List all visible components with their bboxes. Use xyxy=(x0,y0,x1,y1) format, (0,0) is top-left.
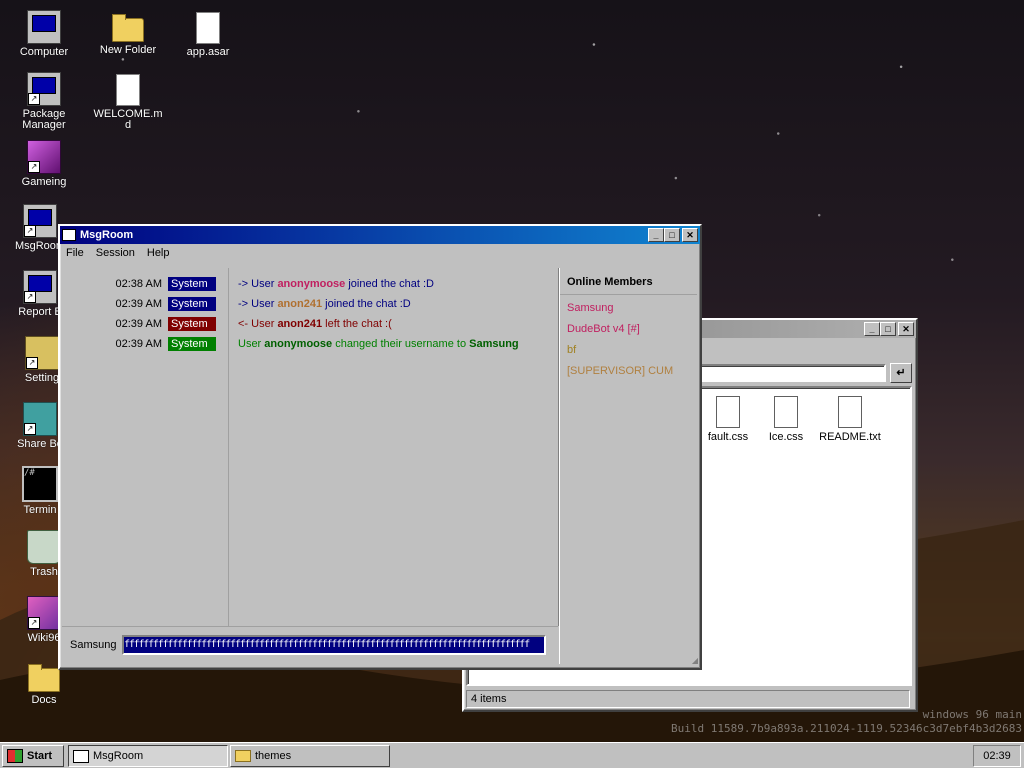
css-file-icon xyxy=(716,396,740,428)
folder-icon xyxy=(112,14,144,42)
desktop-icon-new-folder[interactable]: New Folder xyxy=(92,10,164,56)
message-row: 02:39 AM System User anonymoose changed … xyxy=(62,334,558,354)
message-row: 02:39 AM System <- User anon241 left the… xyxy=(62,314,558,334)
shortcut-arrow-icon: ↗ xyxy=(26,357,38,369)
composer: Samsung ffffffffffffffffffffffffffffffff… xyxy=(62,626,558,663)
share-box-icon: ↗ xyxy=(23,402,57,436)
close-button[interactable]: ✕ xyxy=(898,322,914,336)
menu-help[interactable]: Help xyxy=(141,246,176,260)
msgroom-menubar: File Session Help xyxy=(60,244,700,262)
go-button[interactable]: ↵ xyxy=(890,363,912,383)
taskbar-item-msgroom[interactable]: MsgRoom xyxy=(68,745,228,767)
file-item[interactable]: fault.css xyxy=(700,396,756,443)
shortcut-arrow-icon: ↗ xyxy=(28,617,40,629)
text-file-icon xyxy=(838,396,862,428)
msgroom-window: MsgRoom _ □ ✕ File Session Help 02:38 AM… xyxy=(58,224,702,670)
system-tray: 02:39 xyxy=(973,745,1021,767)
shortcut-arrow-icon: ↗ xyxy=(24,423,36,435)
message-text: <- User anon241 left the chat :( xyxy=(238,318,392,330)
maximize-button[interactable]: □ xyxy=(664,228,680,242)
desktop: Computer New Folder app.asar ↗ Package M… xyxy=(0,0,1024,742)
computer-icon xyxy=(27,10,61,44)
members-panel: Online Members Samsung DudeBot v4 [#] bf… xyxy=(559,268,697,664)
message-source-badge: System xyxy=(168,317,216,331)
menu-session[interactable]: Session xyxy=(90,246,141,260)
message-row: 02:38 AM System -> User anonymoose joine… xyxy=(62,274,558,294)
trash-icon xyxy=(27,530,61,564)
message-text: -> User anonymoose joined the chat :D xyxy=(238,278,434,290)
message-time: 02:39 AM xyxy=(115,318,162,330)
msgroom-title: MsgRoom xyxy=(80,229,134,241)
desktop-icon-computer[interactable]: Computer xyxy=(8,10,80,58)
message-source-badge: System xyxy=(168,337,216,351)
chat-area: 02:38 AM System -> User anonymoose joine… xyxy=(62,268,559,626)
minimize-button[interactable]: _ xyxy=(864,322,880,336)
report-bug-icon: ↗ xyxy=(23,270,57,304)
minimize-button[interactable]: _ xyxy=(648,228,664,242)
game-cube-icon: ↗ xyxy=(27,140,61,174)
member-item[interactable]: DudeBot v4 [#] xyxy=(560,316,697,337)
desktop-icon-app-asar[interactable]: app.asar xyxy=(172,12,244,58)
resize-grip-icon[interactable]: ◢ xyxy=(688,656,698,666)
desktop-icon-package-manager[interactable]: ↗ Package Manager xyxy=(8,72,80,131)
desktop-icon-welcome-md[interactable]: WELCOME.md xyxy=(92,74,164,131)
folder-task-icon xyxy=(235,750,251,762)
file-item[interactable]: Ice.css xyxy=(758,396,814,443)
terminal-icon: /# xyxy=(22,466,58,502)
msgroom-icon: ↗ xyxy=(23,204,57,238)
message-time: 02:39 AM xyxy=(115,298,162,310)
message-input[interactable]: ffffffffffffffffffffffffffffffffffffffff… xyxy=(122,635,546,655)
message-time: 02:38 AM xyxy=(115,278,162,290)
msgroom-window-icon xyxy=(62,229,76,241)
member-item[interactable]: [SUPERVISOR] CUM xyxy=(560,358,697,379)
message-row: 02:39 AM System -> User anon241 joined t… xyxy=(62,294,558,314)
taskbar: Start MsgRoom themes 02:39 xyxy=(0,742,1024,768)
package-manager-icon: ↗ xyxy=(27,72,61,106)
file-item[interactable]: README.txt xyxy=(818,396,882,443)
watermark-line-2: Build 11589.7b9a893a.211024-1119.52346c3… xyxy=(671,722,1022,735)
member-item[interactable]: bf xyxy=(560,337,697,358)
message-source-badge: System xyxy=(168,277,216,291)
shortcut-arrow-icon: ↗ xyxy=(24,291,36,303)
message-column-divider xyxy=(228,268,229,626)
maximize-button[interactable]: □ xyxy=(880,322,896,336)
shortcut-arrow-icon: ↗ xyxy=(28,161,40,173)
menu-file[interactable]: File xyxy=(60,246,90,260)
taskbar-item-themes[interactable]: themes xyxy=(230,745,390,767)
start-logo-icon xyxy=(7,749,23,763)
close-button[interactable]: ✕ xyxy=(682,228,698,242)
msgroom-titlebar[interactable]: MsgRoom _ □ ✕ xyxy=(60,226,700,244)
clock[interactable]: 02:39 xyxy=(983,750,1011,762)
message-list: 02:38 AM System -> User anonymoose joine… xyxy=(62,274,558,354)
markdown-file-icon xyxy=(116,74,140,106)
member-item[interactable]: Samsung xyxy=(560,295,697,316)
shortcut-arrow-icon: ↗ xyxy=(28,93,40,105)
msgroom-task-icon xyxy=(73,749,89,763)
settings-icon: ↗ xyxy=(25,336,59,370)
explorer-status-bar: 4 items xyxy=(466,690,910,708)
message-time: 02:39 AM xyxy=(115,338,162,350)
message-text: -> User anon241 joined the chat :D xyxy=(238,298,411,310)
message-text: User anonymoose changed their username t… xyxy=(238,338,519,350)
members-heading: Online Members xyxy=(560,268,697,295)
composer-username: Samsung xyxy=(70,639,117,651)
build-watermark: windows 96 main Build 11589.7b9a893a.211… xyxy=(671,708,1022,736)
desktop-icon-gameing[interactable]: ↗ Gameing xyxy=(8,140,80,188)
wiki-book-icon: ↗ xyxy=(27,596,61,630)
start-button[interactable]: Start xyxy=(2,745,64,767)
status-text: 4 items xyxy=(471,693,507,705)
folder-icon xyxy=(28,664,60,692)
message-source-badge: System xyxy=(168,297,216,311)
shortcut-arrow-icon: ↗ xyxy=(24,225,36,237)
css-file-icon xyxy=(774,396,798,428)
file-icon xyxy=(196,12,220,44)
